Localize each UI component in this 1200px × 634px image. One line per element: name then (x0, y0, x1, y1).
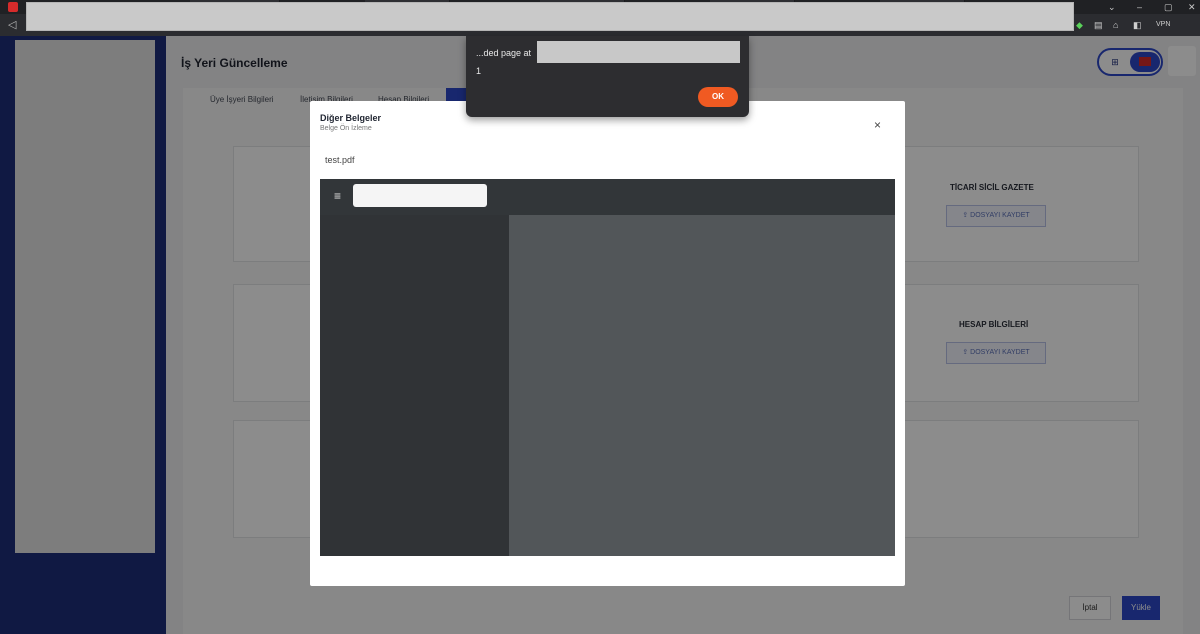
pdf-viewer: ≡ (320, 179, 895, 556)
close-icon[interactable]: × (874, 119, 881, 131)
minimize-icon[interactable]: – (1137, 0, 1142, 14)
document-preview-modal: Diğer Belgeler Belge Ön İzleme × test.pd… (310, 101, 905, 586)
redacted-address-area (26, 2, 1074, 31)
bookmark-icon[interactable]: ⌂ (1113, 19, 1118, 31)
ok-button[interactable]: OK (698, 87, 738, 107)
pdf-thumbnail-sidebar[interactable] (320, 215, 509, 556)
menu-icon[interactable]: ≡ (334, 190, 341, 202)
pdf-page-area[interactable] (509, 215, 895, 556)
file-name: test.pdf (325, 155, 355, 165)
back-icon[interactable]: ◁ (8, 17, 16, 33)
vpn-badge[interactable]: VPN (1156, 19, 1170, 31)
alert-message: 1 (476, 66, 482, 76)
sidebar-toggle-icon[interactable]: ◧ (1133, 19, 1142, 31)
pdf-toolbar: ≡ (320, 179, 895, 215)
browser-app-icon (8, 2, 18, 12)
alert-origin-text: ...ded page at (476, 48, 532, 58)
close-window-icon[interactable]: ✕ (1188, 0, 1196, 14)
browser-alert-dialog: ...ded page at 1 OK (466, 36, 749, 117)
tab-list-icon[interactable]: ⌄ (1108, 0, 1116, 14)
maximize-icon[interactable]: ▢ (1164, 0, 1173, 14)
redacted-pdf-title (353, 184, 487, 207)
modal-title: Diğer Belgeler (320, 113, 382, 123)
wallet-icon[interactable]: ▤ (1094, 19, 1103, 31)
extension-icon[interactable]: ◆ (1076, 19, 1083, 31)
redacted-alert-origin (537, 41, 740, 63)
modal-subtitle: Belge Ön İzleme (320, 125, 372, 132)
